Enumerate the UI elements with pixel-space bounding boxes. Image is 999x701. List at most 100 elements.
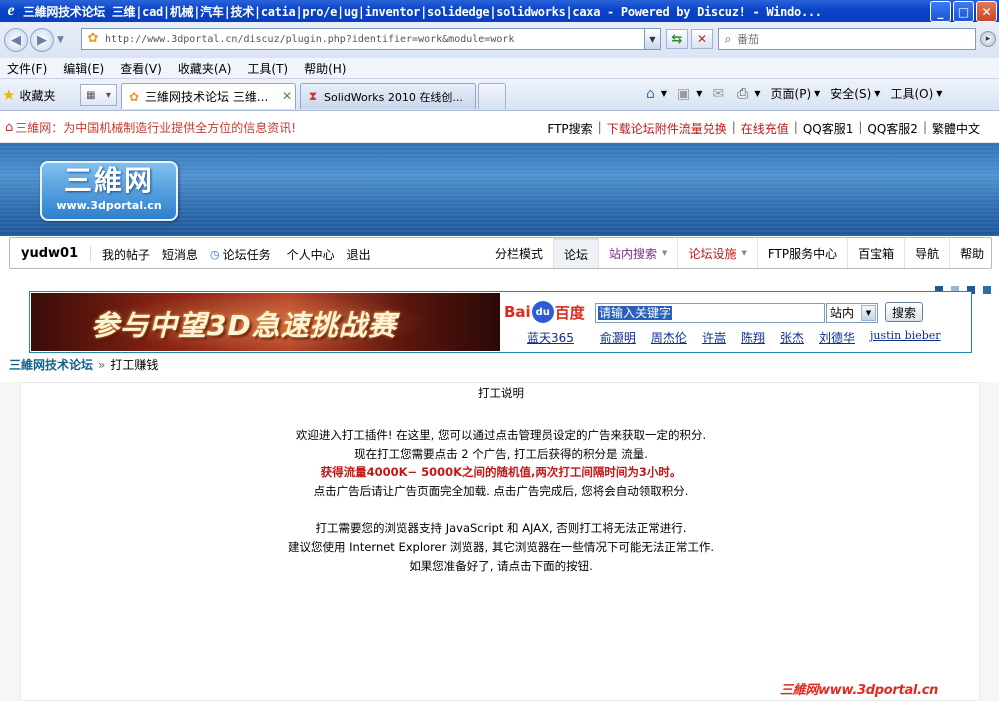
address-dropdown-icon[interactable]: ▼ (644, 29, 660, 49)
page-menu-label: 页面(P) (770, 87, 812, 101)
hot-link[interactable]: 许嵩 (702, 329, 726, 346)
address-bar[interactable]: ✿ http://www.3dportal.cn/discuz/plugin.p… (81, 28, 661, 50)
nav-toolbox[interactable]: 百宝箱 (847, 238, 904, 268)
nav-help[interactable]: 帮助 (949, 238, 994, 268)
breadcrumb-current: 打工赚钱 (110, 358, 159, 372)
feeds-button[interactable]: ▣ ▼ (677, 86, 702, 102)
nav-tasks[interactable]: ◷ 论坛任务 (210, 246, 271, 263)
clock-icon: ◷ (210, 248, 220, 261)
site-header: 三維网 www.3dportal.cn (0, 143, 999, 236)
print-icon: ⎙ (737, 85, 749, 102)
site-logo[interactable]: 三維网 www.3dportal.cn (40, 161, 178, 221)
breadcrumb-home[interactable]: 三維网技术论坛 (9, 356, 93, 373)
menu-edit[interactable]: 编辑(E) (55, 60, 112, 77)
search-icon: ⌕ (724, 31, 732, 46)
close-button[interactable]: ✕ (976, 1, 997, 22)
close-tab-icon[interactable]: ✕ (282, 89, 292, 103)
baidu-search-input[interactable]: 请输入关键字 (595, 303, 825, 323)
logo-url: www.3dportal.cn (56, 199, 162, 212)
print-button[interactable]: ⎙ ▼ (737, 86, 760, 102)
ad-banner[interactable]: 参与中望3D急速挑战赛 (31, 293, 500, 351)
menu-file[interactable]: 文件(F) (0, 60, 55, 77)
nav-forum-settings[interactable]: 论坛设施 ▼ (677, 238, 756, 268)
paw-icon: du (531, 301, 554, 323)
minimize-button[interactable]: _ (930, 1, 951, 22)
browser-search-input[interactable] (737, 32, 967, 46)
stop-button[interactable]: ✕ (691, 29, 713, 49)
tab-active-label: 三維网技术论坛 三维... (145, 90, 269, 104)
browser-search-box[interactable]: ⌕ (718, 28, 976, 50)
hot-link[interactable]: 蓝天365 (527, 329, 574, 346)
nav-site-search[interactable]: 站内搜索 ▼ (598, 238, 677, 268)
instruction-line: 欢迎进入打工插件! 在这里, 您可以通过点击管理员设定的广告来获取一定的积分. (295, 428, 707, 442)
nav-messages[interactable]: 短消息 (162, 246, 198, 263)
hot-link[interactable]: 张杰 (780, 329, 804, 346)
safety-menu[interactable]: 安全(S) ▼ (830, 85, 880, 102)
search-go-button[interactable]: ▸ (980, 31, 996, 47)
ad-banner-text: 参与中望3D急速挑战赛 (91, 309, 397, 342)
forward-button[interactable]: ▶ (30, 28, 54, 52)
tab-active[interactable]: ✿ 三維网技术论坛 三维... ✕ (121, 83, 296, 109)
baidu-scope-select[interactable]: 站内 ▼ (826, 303, 878, 323)
page-content: ⌂ 三維网：为中国机械制造行业提供全方位的信息资讯! FTP搜索 | 下载论坛附… (0, 112, 999, 701)
nav-logout[interactable]: 退出 (347, 246, 371, 263)
star-icon: ★ (2, 86, 16, 104)
hot-link[interactable]: 俞灏明 (600, 329, 636, 346)
instruction-line: 如果您准备好了, 请点击下面的按钮. (409, 559, 593, 573)
instruction-line: 现在打工您需要点击 2 个广告, 打工后获得的积分是 流量. (354, 447, 648, 461)
work-instructions: 打工说明 欢迎进入打工插件! 在这里, 您可以通过点击管理员设定的广告来获取一定… (20, 382, 980, 701)
maximize-button[interactable]: □ (953, 1, 974, 22)
nav-ftp-center[interactable]: FTP服务中心 (756, 238, 847, 268)
nav-split-mode[interactable]: 分栏模式 (485, 238, 553, 268)
address-url[interactable]: http://www.3dportal.cn/discuz/plugin.php… (105, 34, 514, 45)
house-icon: ⌂ (5, 119, 14, 135)
safety-menu-label: 安全(S) (830, 87, 872, 101)
site-top-info: ⌂ 三維网：为中国机械制造行业提供全方位的信息资讯! FTP搜索 | 下载论坛附… (0, 112, 999, 143)
quick-tabs-button[interactable]: ▦ ▾ (80, 84, 117, 106)
style-swatch-mid[interactable] (983, 286, 991, 294)
page-menu[interactable]: 页面(P) ▼ (771, 85, 821, 102)
menu-view[interactable]: 查看(V) (112, 60, 170, 77)
hot-link[interactable]: 陈翔 (741, 329, 765, 346)
tools-menu[interactable]: 工具(O) ▼ (890, 85, 942, 102)
ad-box: 参与中望3D急速挑战赛 Bai du 百度 请输入关键字 站内 ▼ 搜索 蓝天365… (29, 291, 972, 353)
baidu-hot-links: 蓝天365 俞灏明 周杰伦 许嵩 陈翔 张杰 刘德华 justin bieber (527, 329, 941, 346)
nav-forum[interactable]: 论坛 (553, 238, 599, 268)
hot-link[interactable]: 周杰伦 (651, 329, 687, 346)
hot-link[interactable]: justin bieber (870, 329, 941, 346)
nav-my-posts[interactable]: 我的帖子 (102, 246, 150, 263)
username-link[interactable]: yudw01 (21, 246, 78, 261)
nav-navigation[interactable]: 导航 (904, 238, 949, 268)
baidu-search-value: 请输入关键字 (598, 306, 673, 320)
site-watermark: 三維网www.3dportal.cn (780, 683, 939, 698)
tab-solidworks[interactable]: ⧗ SolidWorks 2010 在线创... (300, 83, 476, 109)
home-button[interactable]: ⌂ ▼ (646, 86, 667, 102)
top-link-qq1[interactable]: QQ客服1 (803, 120, 854, 137)
new-tab-button[interactable] (478, 83, 506, 109)
instruction-line-highlight: 获得流量4000K− 5000K之间的随机值,两次打工间隔时间为3小时。 (320, 465, 682, 479)
menu-tools[interactable]: 工具(T) (239, 60, 296, 77)
top-link-download-exchange[interactable]: 下载论坛附件流量兑换 (607, 120, 727, 137)
tab-bar: ★ 收藏夹 ▦ ▾ ✿ 三維网技术论坛 三维... ✕ ⧗ SolidWorks … (0, 79, 999, 111)
history-dropdown-icon[interactable]: ▼ (57, 35, 64, 45)
refresh-button[interactable]: ⇆ (666, 29, 688, 49)
chevron-down-icon: ▼ (741, 249, 747, 257)
address-toolbar: ◀ ▶ ▼ ✿ http://www.3dportal.cn/discuz/pl… (0, 22, 999, 58)
favorites-button[interactable]: ★ 收藏夹 (2, 85, 55, 105)
top-link-qq2[interactable]: QQ客服2 (867, 120, 918, 137)
chevron-down-icon: ▼ (662, 249, 668, 257)
top-link-recharge[interactable]: 在线充值 (741, 120, 789, 137)
menu-favorites[interactable]: 收藏夹(A) (170, 60, 240, 77)
baidu-search-button[interactable]: 搜索 (885, 302, 923, 322)
mail-button[interactable]: ✉ (712, 86, 727, 102)
page-title: 打工说明 (478, 386, 524, 400)
top-link-traditional[interactable]: 繁體中文 (932, 120, 980, 137)
favorites-label: 收藏夹 (19, 88, 56, 103)
hot-link[interactable]: 刘德华 (819, 329, 855, 346)
menu-help[interactable]: 帮助(H) (296, 60, 354, 77)
nav-profile[interactable]: 个人中心 (287, 246, 335, 263)
ie-icon: e (7, 2, 15, 19)
top-link-ftp-search[interactable]: FTP搜索 (547, 120, 592, 137)
back-button[interactable]: ◀ (4, 28, 28, 52)
tools-menu-label: 工具(O) (890, 87, 934, 101)
